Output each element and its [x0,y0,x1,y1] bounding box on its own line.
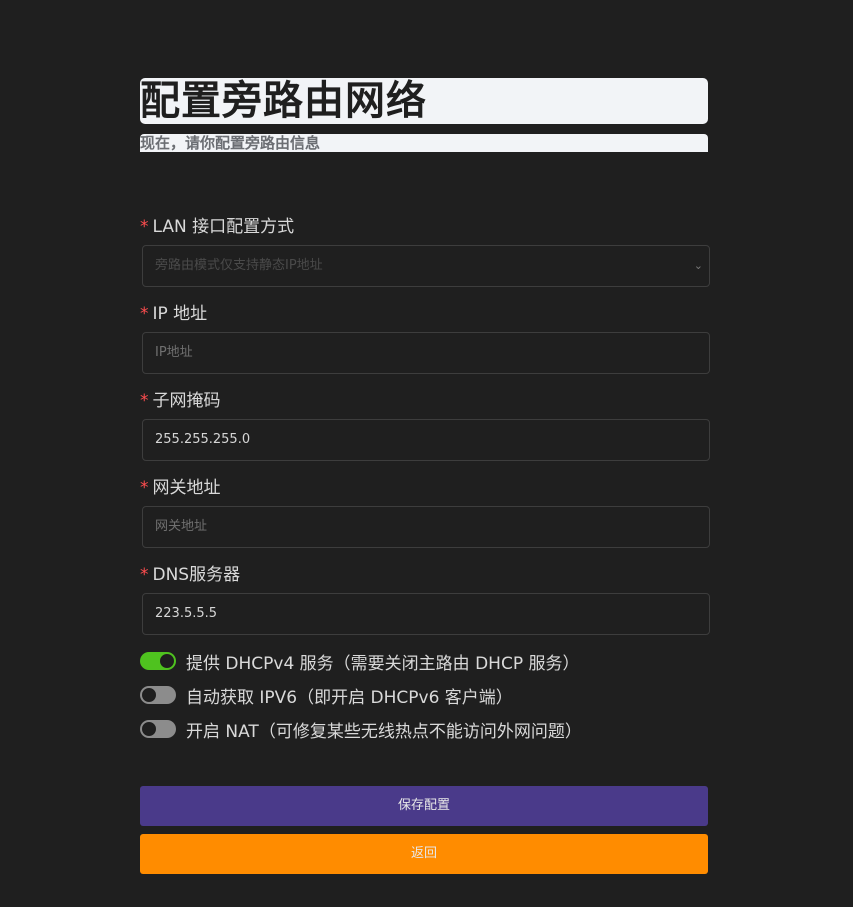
gateway-label-text: 网关地址 [152,478,221,498]
lan-mode-label-text: LAN 接口配置方式 [152,217,295,237]
switch-knob [142,688,156,702]
dns-value: 223.5.5.5 [155,606,218,621]
toggle-ipv6-row: 自动获取 IPV6（即开启 DHCPv6 客户端） [140,684,513,708]
toggle-nat-label: 开启 NAT（可修复某些无线热点不能访问外网问题） [186,721,582,742]
back-button[interactable]: 返回 [140,834,708,874]
toggle-dhcpv4-switch[interactable] [140,652,176,670]
gateway-label: * 网关地址 [140,477,221,499]
page-title: 配置旁路由网络 [140,78,427,124]
chevron-down-icon: ⌄ [693,259,703,272]
toggle-ipv6-label: 自动获取 IPV6（即开启 DHCPv6 客户端） [186,687,513,708]
back-label: 返回 [410,846,437,861]
ip-address-label-text: IP 地址 [152,304,208,324]
lan-mode-select-value: 旁路由模式仅支持静态IP地址 [155,258,323,273]
dns-label-text: DNS服务器 [152,565,241,585]
lan-mode-select[interactable]: 旁路由模式仅支持静态IP地址 ⌄ [142,245,710,287]
ip-address-input[interactable]: IP地址 [142,332,710,374]
ip-address-placeholder: IP地址 [155,345,193,360]
setup-page: 配置旁路由网络 现在，请你配置旁路由信息 * LAN 接口配置方式 旁路由模式仅支… [0,0,853,907]
switch-knob [160,654,174,668]
required-mark: * [140,304,149,324]
save-config-button[interactable]: 保存配置 [140,786,708,826]
toggle-nat-switch[interactable] [140,720,176,738]
subnet-mask-input[interactable]: 255.255.255.0 [142,419,710,461]
gateway-input[interactable]: 网关地址 [142,506,710,548]
toggle-dhcpv4-label: 提供 DHCPv4 服务（需要关闭主路由 DHCP 服务） [186,653,580,674]
page-subtitle: 现在，请你配置旁路由信息 [140,134,321,152]
toggle-nat-row: 开启 NAT（可修复某些无线热点不能访问外网问题） [140,718,582,742]
page-subtitle-box: 现在，请你配置旁路由信息 [140,134,708,152]
page-title-box: 配置旁路由网络 [140,78,708,124]
required-mark: * [140,217,149,237]
save-config-label: 保存配置 [397,798,450,813]
lan-mode-label: * LAN 接口配置方式 [140,216,294,238]
ip-address-label: * IP 地址 [140,303,207,325]
toggle-dhcpv4-row: 提供 DHCPv4 服务（需要关闭主路由 DHCP 服务） [140,650,580,674]
dns-input[interactable]: 223.5.5.5 [142,593,710,635]
switch-knob [142,722,156,736]
required-mark: * [140,478,149,498]
subnet-mask-label-text: 子网掩码 [152,391,221,411]
dns-label: * DNS服务器 [140,564,240,586]
gateway-placeholder: 网关地址 [155,519,208,534]
toggle-ipv6-switch[interactable] [140,686,176,704]
required-mark: * [140,391,149,411]
subnet-mask-value: 255.255.255.0 [155,432,251,447]
required-mark: * [140,565,149,585]
subnet-mask-label: * 子网掩码 [140,390,221,412]
